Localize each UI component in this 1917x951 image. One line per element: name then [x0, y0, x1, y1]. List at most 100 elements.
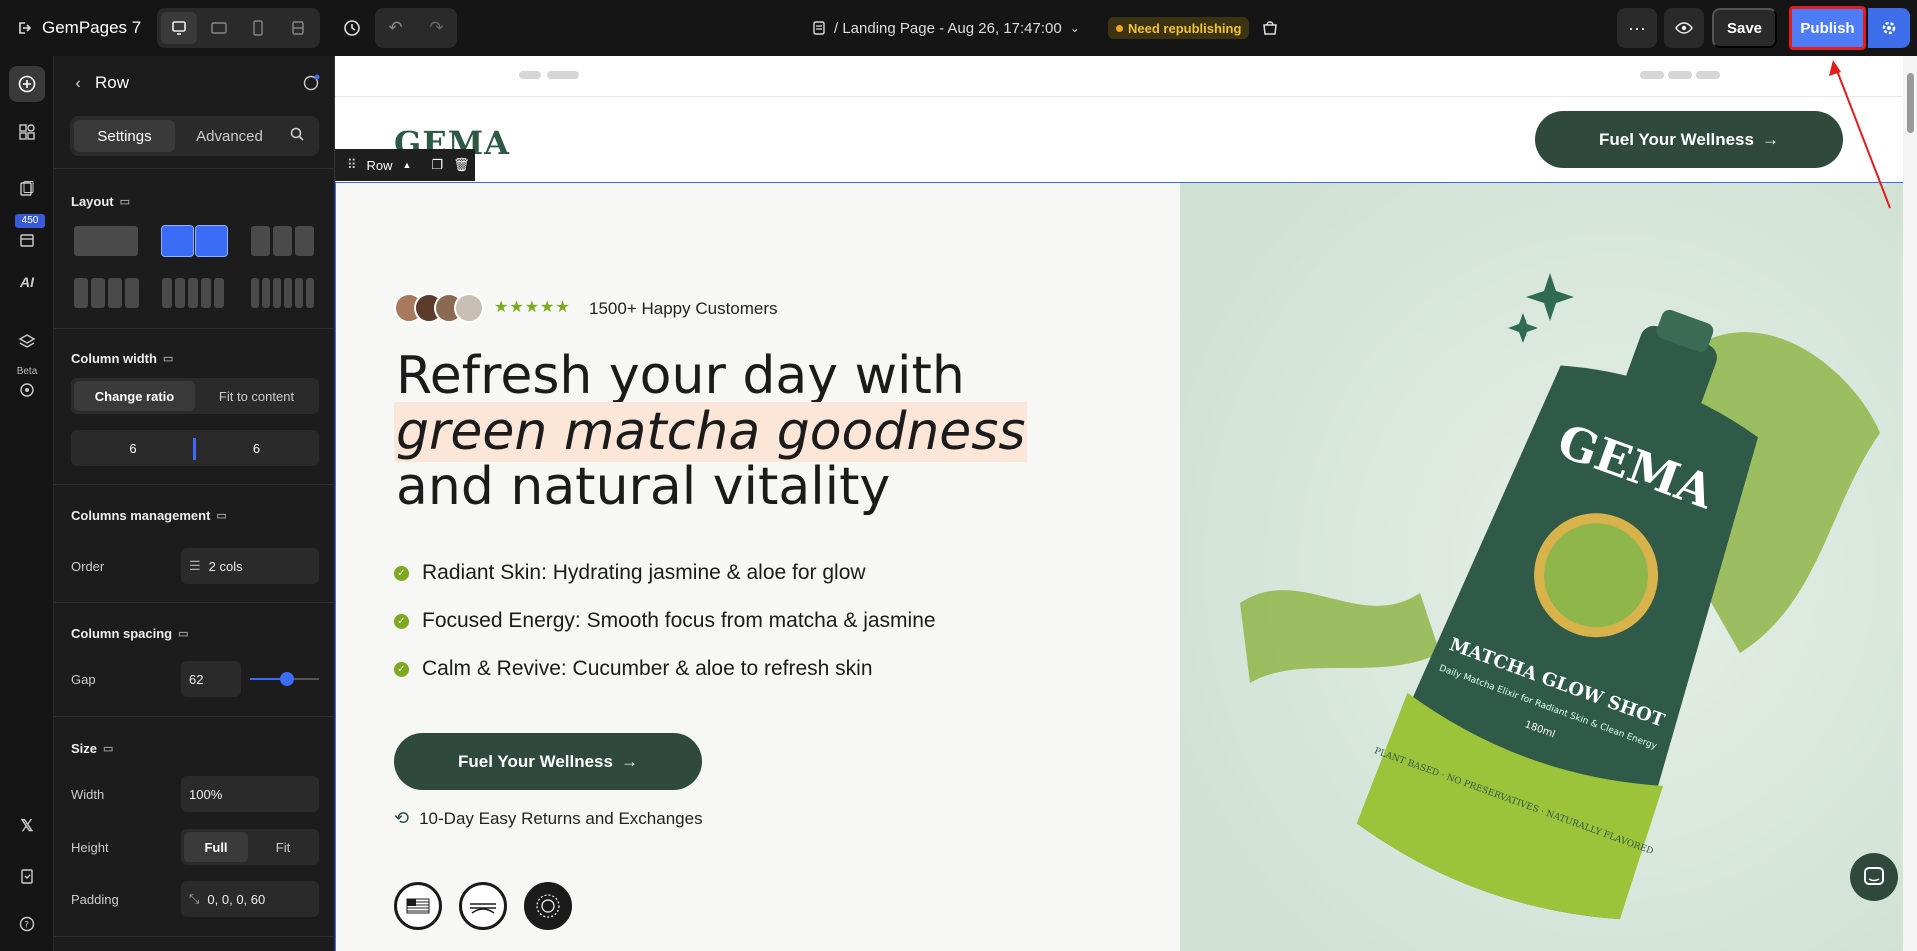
- column-right-width[interactable]: 6: [197, 433, 316, 463]
- page-preview: GEMA Fuel Your Wellness → GEMA MATCHA GL…: [335, 56, 1903, 951]
- benefit-text: Radiant Skin: Hydrating jasmine & aloe f…: [422, 561, 866, 584]
- store-icon: [1263, 21, 1277, 35]
- tablet-icon: [210, 22, 227, 34]
- order-value: 2 cols: [208, 558, 243, 574]
- height-label: Height: [71, 840, 109, 855]
- reviews-count: 1500+ Happy Customers: [589, 299, 778, 318]
- scrollbar-thumb[interactable]: [1907, 73, 1914, 133]
- customer-avatars: [394, 293, 484, 323]
- width-label: Width: [71, 787, 105, 802]
- ratio-divider-handle[interactable]: [193, 438, 196, 460]
- column-ratio-input: 6 6: [71, 430, 319, 466]
- custom-view-button[interactable]: [280, 12, 316, 44]
- redo-icon[interactable]: ↷: [429, 18, 443, 38]
- add-element-button[interactable]: [9, 66, 45, 102]
- canvas-scrollbar[interactable]: [1903, 56, 1917, 951]
- save-button[interactable]: Save: [1712, 8, 1777, 48]
- tasks-button[interactable]: [9, 858, 45, 894]
- layout-2-col[interactable]: [161, 225, 228, 257]
- headline-line-1: Refresh your day with: [396, 346, 965, 406]
- list-icon: ☰: [189, 558, 201, 573]
- pages-icon: [20, 181, 34, 196]
- layout-3-col[interactable]: [251, 226, 314, 256]
- history-button[interactable]: [336, 12, 368, 44]
- gap-slider-track[interactable]: [250, 672, 319, 686]
- undo-icon[interactable]: ↶: [388, 18, 402, 38]
- benefit-item: ✓ Focused Energy: Smooth focus from match…: [394, 609, 936, 633]
- benefit-item: ✓ Radiant Skin: Hydrating jasmine & aloe …: [394, 561, 866, 585]
- publish-settings-button[interactable]: [1868, 8, 1910, 48]
- desktop-view-button[interactable]: [161, 12, 197, 44]
- gap-slider-thumb[interactable]: [280, 672, 294, 686]
- tablet-landscape-view-button[interactable]: [201, 12, 237, 44]
- monitor-icon: ▭: [216, 510, 227, 522]
- ai-button[interactable]: AI: [9, 264, 45, 300]
- change-ratio-option[interactable]: Change ratio: [74, 381, 195, 411]
- apps-button[interactable]: [9, 222, 45, 258]
- back-button[interactable]: ‹: [68, 74, 88, 94]
- sections-button[interactable]: [9, 114, 45, 150]
- undo-redo-group: ↶ ↷: [375, 8, 457, 48]
- skeleton-pill: [547, 71, 579, 79]
- tab-advanced[interactable]: Advanced: [179, 120, 280, 152]
- caret-up-icon[interactable]: ▲: [403, 160, 412, 170]
- height-fit-option[interactable]: Fit: [250, 832, 316, 862]
- help-guide-button[interactable]: [302, 74, 322, 94]
- fit-to-content-option[interactable]: Fit to content: [197, 381, 316, 411]
- mobile-view-button[interactable]: [241, 12, 277, 44]
- row-toolbar[interactable]: ⠿ Row ▲ ❐ 🗑: [335, 149, 475, 181]
- box-icon: [20, 234, 34, 247]
- x-button[interactable]: 𝕏: [9, 808, 45, 844]
- size-title-text: Size: [71, 741, 98, 756]
- check-icon: ✓: [394, 613, 409, 629]
- tab-settings[interactable]: Settings: [74, 120, 175, 152]
- fda-seal-icon: [536, 894, 560, 918]
- shop-button[interactable]: [1258, 16, 1282, 40]
- padding-value: 0, 0, 0, 60: [207, 891, 266, 907]
- header-cta-button[interactable]: Fuel Your Wellness →: [1535, 111, 1843, 168]
- more-options-button[interactable]: ···: [1617, 8, 1657, 48]
- height-full-option[interactable]: Full: [184, 832, 248, 862]
- hero-cta-label: Fuel Your Wellness: [458, 751, 613, 771]
- global-style-button[interactable]: [9, 372, 45, 408]
- column-left-width[interactable]: 6: [74, 433, 192, 463]
- search-button[interactable]: [289, 126, 305, 147]
- chevron-down-icon: ⌄: [1069, 21, 1080, 35]
- width-input[interactable]: 100%: [181, 776, 319, 812]
- arrow-right-icon: →: [620, 751, 638, 771]
- page-selector[interactable]: / Landing Page - Aug 26, 17:47:00 ⌄: [812, 0, 1080, 56]
- chat-widget-button[interactable]: [1850, 853, 1898, 901]
- exit-editor-button[interactable]: GemPages 7: [16, 0, 141, 56]
- layout-6-col[interactable]: [251, 278, 314, 308]
- question-icon: [303, 74, 320, 91]
- layout-4-col[interactable]: [74, 278, 139, 308]
- blocks-icon: [19, 124, 35, 140]
- layout-5-col[interactable]: [162, 278, 224, 308]
- padding-icon: ⤡: [189, 891, 200, 906]
- headline-highlight: green matcha goodness: [394, 402, 1028, 462]
- layout-1-col[interactable]: [74, 226, 138, 256]
- icon-sidebar: 450 AI Beta 𝕏 ?: [0, 56, 54, 951]
- padding-input[interactable]: ⤡ 0, 0, 0, 60: [181, 881, 319, 917]
- rating-stars: ★★★★★: [494, 299, 571, 316]
- hero-cta-button[interactable]: Fuel Your Wellness →: [394, 733, 702, 790]
- benefit-text: Focused Energy: Smooth focus from matcha…: [422, 609, 936, 632]
- preview-button[interactable]: [1664, 8, 1704, 48]
- gap-input[interactable]: 62: [181, 661, 241, 697]
- benefit-item: ✓ Calm & Revive: Cucumber & aloe to refre…: [394, 657, 873, 681]
- returns-text: 10-Day Easy Returns and Exchanges: [419, 808, 703, 828]
- panel-title: Row: [95, 73, 130, 92]
- column-spacing-title-text: Column spacing: [71, 626, 173, 641]
- trash-icon[interactable]: 🗑: [453, 157, 470, 173]
- order-select[interactable]: ☰ 2 cols: [181, 548, 319, 584]
- duplicate-icon[interactable]: ❐: [431, 157, 443, 173]
- divider: [54, 602, 335, 603]
- pages-button[interactable]: [9, 171, 45, 207]
- column-spacing-section-title: Column spacing ▭: [71, 626, 189, 641]
- drag-handle-icon[interactable]: ⠿: [347, 157, 357, 173]
- header-cta-label: Fuel Your Wellness: [1599, 129, 1754, 149]
- publish-button[interactable]: Publish: [1789, 6, 1866, 50]
- help-button[interactable]: ?: [9, 906, 45, 942]
- layers-button[interactable]: [9, 324, 45, 360]
- divider: [54, 328, 335, 329]
